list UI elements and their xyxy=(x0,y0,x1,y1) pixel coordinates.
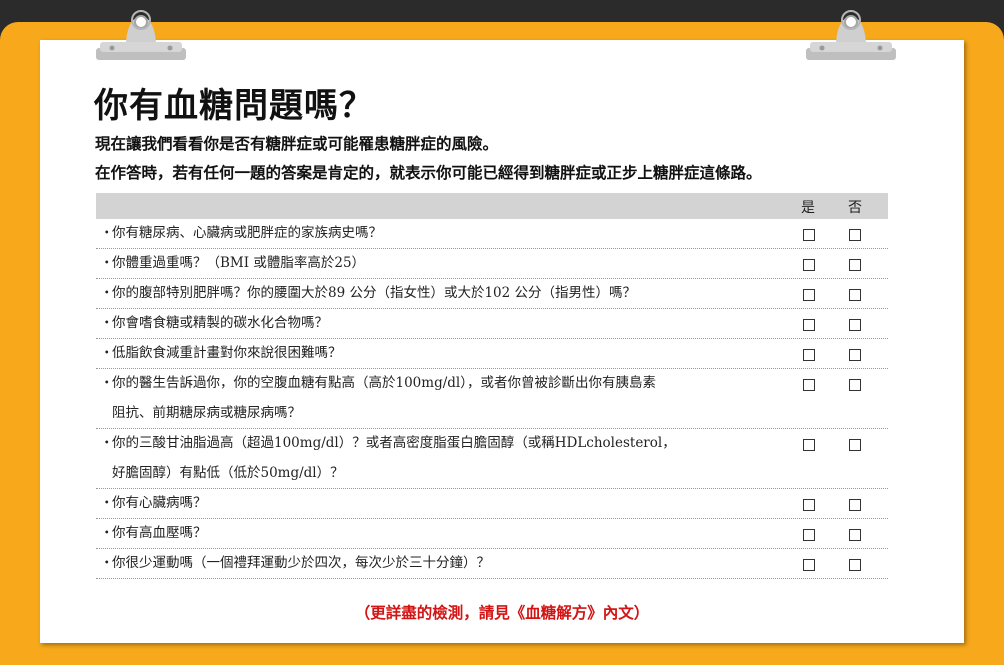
checkbox-yes-icon[interactable] xyxy=(803,439,815,451)
checkbox-no-icon[interactable] xyxy=(849,349,861,361)
questionnaire-table: 是 否 ・你有糖尿病、心臟病或肥胖症的家族病史嗎？ ・你體重過重嗎？（BMI 或體… xyxy=(96,193,888,579)
question-line-1: 你有心臟病嗎？ xyxy=(112,495,207,511)
bullet: ・ xyxy=(100,525,114,541)
bullet: ・ xyxy=(100,225,114,241)
checkbox-no-icon[interactable] xyxy=(849,529,861,541)
binder-clip-icon xyxy=(96,10,186,60)
question-line-1: 你有高血壓嗎？ xyxy=(112,525,207,541)
question-line-1: 低脂飲食減重計畫對你來說很困難嗎？ xyxy=(112,345,342,361)
table-row: ・你有心臟病嗎？ xyxy=(96,489,888,519)
table-row: ・你的腹部特別肥胖嗎？你的腰圍大於89 公分（指女性）或大於102 公分（指男性… xyxy=(96,279,888,309)
checkbox-no-icon[interactable] xyxy=(849,229,861,241)
header-yes: 是 xyxy=(801,200,815,216)
table-row: ・你會嗜食糖或精製的碳水化合物嗎？ xyxy=(96,309,888,339)
checkbox-yes-icon[interactable] xyxy=(803,319,815,331)
table-row: ・你的醫生告訴過你，你的空腹血糖有點高（高於100mg/dl），或者你曾被診斷出… xyxy=(96,369,888,429)
question-text: ・你的腹部特別肥胖嗎？你的腰圍大於89 公分（指女性）或大於102 公分（指男性… xyxy=(100,278,760,308)
binder-clip-icon xyxy=(806,10,896,60)
table-row: ・你很少運動嗎（一個禮拜運動少於四次，每次少於三十分鐘）？ xyxy=(96,549,888,579)
checkbox-yes-icon[interactable] xyxy=(803,289,815,301)
checkbox-no-icon[interactable] xyxy=(849,319,861,331)
checkbox-no-icon[interactable] xyxy=(849,439,861,451)
question-text: ・你有心臟病嗎？ xyxy=(100,488,760,518)
checkbox-yes-icon[interactable] xyxy=(803,349,815,361)
question-text: ・你體重過重嗎？（BMI 或體脂率高於25） xyxy=(100,248,760,278)
question-text: ・你有糖尿病、心臟病或肥胖症的家族病史嗎？ xyxy=(100,218,760,248)
checkbox-yes-icon[interactable] xyxy=(803,499,815,511)
question-text: ・你的醫生告訴過你，你的空腹血糖有點高（高於100mg/dl），或者你曾被診斷出… xyxy=(100,368,760,428)
checkbox-no-icon[interactable] xyxy=(849,289,861,301)
question-line-1: 你的腹部特別肥胖嗎？你的腰圍大於89 公分（指女性）或大於102 公分（指男性）… xyxy=(112,285,637,301)
intro-text-line-2: 在作答時，若有任何一題的答案是肯定的，就表示你可能已經得到糖胖症或正步上糖胖症這… xyxy=(95,163,762,182)
question-line-1: 你的醫生告訴過你，你的空腹血糖有點高（高於100mg/dl），或者你曾被診斷出你… xyxy=(112,375,656,391)
table-row: ・你的三酸甘油脂過高（超過100mg/dl）？或者高密度脂蛋白膽固醇（或稱HDL… xyxy=(96,429,888,489)
page-title: 你有血糖問題嗎？ xyxy=(94,86,374,126)
checkbox-yes-icon[interactable] xyxy=(803,529,815,541)
checkbox-no-icon[interactable] xyxy=(849,559,861,571)
bullet: ・ xyxy=(100,435,114,451)
checkbox-yes-icon[interactable] xyxy=(803,559,815,571)
checkbox-no-icon[interactable] xyxy=(849,499,861,511)
question-line-1: 你很少運動嗎（一個禮拜運動少於四次，每次少於三十分鐘）？ xyxy=(112,555,490,571)
checkbox-yes-icon[interactable] xyxy=(803,229,815,241)
question-text: ・你的三酸甘油脂過高（超過100mg/dl）？或者高密度脂蛋白膽固醇（或稱HDL… xyxy=(100,428,760,488)
question-text: ・低脂飲食減重計畫對你來說很困難嗎？ xyxy=(100,338,760,368)
checkbox-no-icon[interactable] xyxy=(849,379,861,391)
bullet: ・ xyxy=(100,315,114,331)
bullet: ・ xyxy=(100,495,114,511)
checkbox-yes-icon[interactable] xyxy=(803,259,815,271)
question-line-1: 你有糖尿病、心臟病或肥胖症的家族病史嗎？ xyxy=(112,225,382,241)
question-text: ・你會嗜食糖或精製的碳水化合物嗎？ xyxy=(100,308,760,338)
bullet: ・ xyxy=(100,255,114,271)
question-text: ・你很少運動嗎（一個禮拜運動少於四次，每次少於三十分鐘）？ xyxy=(100,548,760,578)
table-header: 是 否 xyxy=(96,193,888,219)
footer-note: （更詳盡的檢測，請見《血糖解方》內文） xyxy=(354,603,650,622)
bullet: ・ xyxy=(100,375,114,391)
checkbox-no-icon[interactable] xyxy=(849,259,861,271)
header-no: 否 xyxy=(848,200,862,216)
bullet: ・ xyxy=(100,345,114,361)
bullet: ・ xyxy=(100,555,114,571)
question-line-1: 你會嗜食糖或精製的碳水化合物嗎？ xyxy=(112,315,328,331)
question-line-2: 阻抗、前期糖尿病或糖尿病嗎？ xyxy=(112,405,301,421)
question-line-1: 你體重過重嗎？（BMI 或體脂率高於25） xyxy=(112,255,366,271)
table-row: ・你體重過重嗎？（BMI 或體脂率高於25） xyxy=(96,249,888,279)
question-text: ・你有高血壓嗎？ xyxy=(100,518,760,548)
table-row: ・你有高血壓嗎？ xyxy=(96,519,888,549)
question-line-1: 你的三酸甘油脂過高（超過100mg/dl）？或者高密度脂蛋白膽固醇（或稱HDLc… xyxy=(112,435,676,451)
intro-text-line-1: 現在讓我們看看你是否有糖胖症或可能罹患糖胖症的風險。 xyxy=(95,134,499,153)
table-row: ・你有糖尿病、心臟病或肥胖症的家族病史嗎？ xyxy=(96,219,888,249)
table-row: ・低脂飲食減重計畫對你來說很困難嗎？ xyxy=(96,339,888,369)
bullet: ・ xyxy=(100,285,114,301)
question-line-2: 好膽固醇）有點低（低於50mg/dl）？ xyxy=(112,465,344,481)
checkbox-yes-icon[interactable] xyxy=(803,379,815,391)
